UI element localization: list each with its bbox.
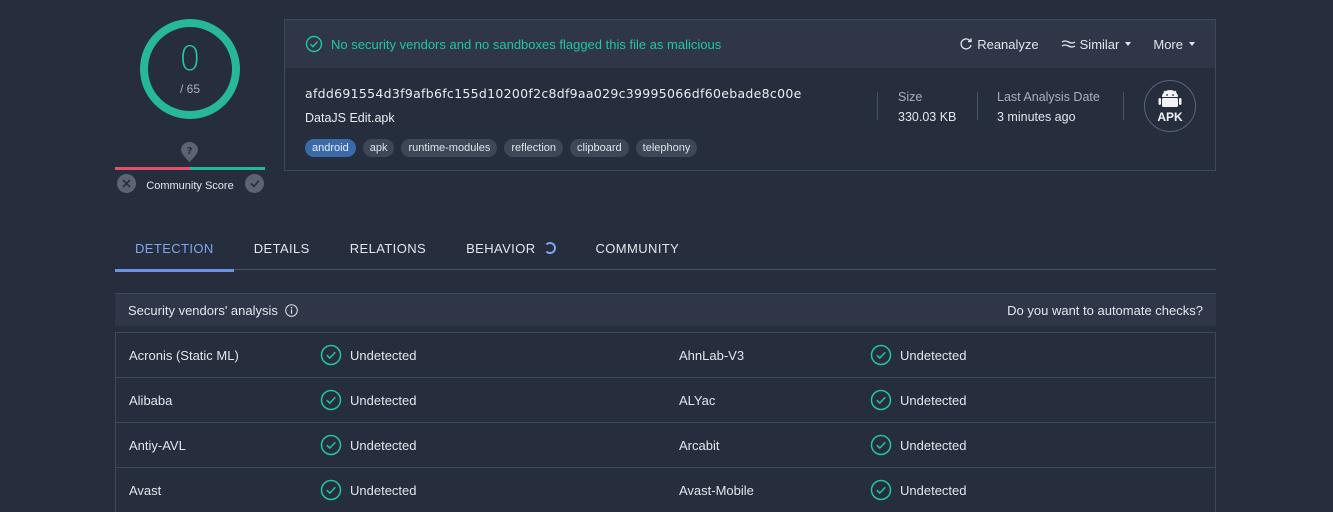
vendor-name: Alibaba (129, 392, 173, 408)
divider (877, 92, 878, 120)
table-row: Avast Undetected Avast-Mobile Undetected (116, 468, 1215, 512)
tag[interactable]: android (305, 139, 356, 157)
similar-icon (1061, 40, 1076, 48)
last-analysis-value: 3 minutes ago (997, 110, 1076, 124)
file-name: DataJS Edit.apk (305, 111, 395, 125)
community-score-label: Community Score (146, 180, 234, 192)
result-label: Undetected (900, 437, 967, 453)
check-circle-icon (870, 389, 892, 411)
tab-community[interactable]: COMMUNITY (576, 226, 700, 270)
tag-list: android apk runtime-modules reflection c… (305, 139, 698, 157)
verdict-text: No security vendors and no sandboxes fla… (331, 36, 722, 52)
check-circle-icon (320, 434, 342, 456)
tag[interactable]: clipboard (570, 139, 629, 157)
chevron-down-icon (1189, 42, 1195, 46)
vendor-result: Undetected (320, 378, 417, 422)
more-dropdown[interactable]: More (1153, 37, 1195, 52)
vendor-name: Arcabit (679, 437, 720, 453)
refresh-icon (960, 38, 972, 50)
check-circle-icon (320, 344, 342, 366)
result-label: Undetected (350, 347, 417, 363)
table-row: Alibaba Undetected ALYac Undetected (116, 378, 1215, 423)
result-label: Undetected (900, 392, 967, 408)
vendor-result: Undetected (870, 423, 967, 467)
score-widget: 0 / 65 ? Community Score (115, 18, 265, 198)
check-circle-icon (870, 479, 892, 501)
result-label: Undetected (350, 482, 417, 498)
reanalyze-button[interactable]: Reanalyze (959, 36, 1039, 52)
tab-relations[interactable]: RELATIONS (330, 226, 446, 270)
detection-total: / 65 (179, 82, 200, 96)
loading-spinner-icon (543, 242, 556, 254)
tag[interactable]: telephony (635, 139, 698, 157)
automate-checks-link[interactable]: Do you want to automate checks? (1007, 303, 1203, 318)
file-size: Size 330.03 KB (898, 90, 956, 124)
vendor-result: Undetected (320, 333, 417, 377)
android-icon (1158, 89, 1182, 107)
file-hash[interactable]: afdd691554d3f9afb6fc155d10200f2c8df9aa02… (305, 86, 802, 101)
tab-detection[interactable]: DETECTION (115, 226, 234, 272)
tab-behavior[interactable]: BEHAVIOR (446, 226, 575, 270)
check-circle-icon (305, 35, 323, 53)
last-analysis-label: Last Analysis Date (997, 90, 1100, 104)
chevron-down-icon (1125, 42, 1132, 46)
check-circle-icon (870, 344, 892, 366)
vendor-name: Avast-Mobile (679, 482, 754, 498)
similar-dropdown[interactable]: Similar (1061, 37, 1132, 52)
vote-harmless-button[interactable] (245, 174, 264, 193)
check-circle-icon (320, 389, 342, 411)
tag[interactable]: apk (362, 139, 395, 157)
report-tabs: DETECTION DETAILS RELATIONS BEHAVIOR COM… (115, 226, 1216, 272)
tag[interactable]: runtime-modules (401, 139, 498, 157)
result-label: Undetected (350, 437, 417, 453)
info-icon[interactable] (285, 303, 298, 317)
vendors-table: Acronis (Static ML) Undetected AhnLab-V3… (115, 332, 1216, 512)
divider (977, 92, 978, 120)
result-label: Undetected (900, 347, 967, 363)
vendor-result: Undetected (320, 423, 417, 467)
vendor-name: Antiy-AVL (129, 437, 186, 453)
vendors-title: Security vendors' analysis (128, 302, 278, 318)
tag[interactable]: reflection (504, 139, 564, 157)
check-circle-icon (870, 434, 892, 456)
check-icon (249, 179, 260, 188)
tab-label: COMMUNITY (595, 240, 680, 256)
detection-score-gauge: 0 / 65 (140, 19, 240, 119)
community-score-bar (115, 167, 265, 170)
tab-label: DETAILS (253, 240, 310, 256)
file-type-label: APK (1157, 109, 1183, 124)
vendor-name: ALYac (679, 392, 716, 408)
svg-text:?: ? (187, 146, 193, 157)
size-label: Size (898, 90, 923, 104)
size-value: 330.03 KB (898, 110, 957, 124)
vendor-result: Undetected (320, 468, 417, 512)
tab-label: BEHAVIOR (466, 240, 536, 256)
community-score-marker-icon: ? (181, 142, 198, 162)
vendor-result: Undetected (870, 468, 967, 512)
vendor-name: Acronis (Static ML) (129, 347, 239, 363)
vendor-name: Avast (129, 482, 162, 498)
more-label: More (1153, 36, 1183, 52)
tab-details[interactable]: DETAILS (234, 226, 330, 270)
file-type-badge: APK (1144, 80, 1196, 132)
vendor-result: Undetected (870, 333, 967, 377)
table-row: Acronis (Static ML) Undetected AhnLab-V3… (116, 333, 1215, 378)
result-label: Undetected (900, 482, 967, 498)
vendors-header: Security vendors' analysis Do you want t… (115, 293, 1216, 326)
check-circle-icon (320, 479, 342, 501)
verdict-banner: No security vendors and no sandboxes fla… (285, 20, 1215, 68)
tab-label: RELATIONS (349, 240, 427, 256)
result-label: Undetected (350, 392, 417, 408)
vendor-name: AhnLab-V3 (679, 347, 745, 363)
last-analysis: Last Analysis Date 3 minutes ago (997, 90, 1100, 124)
divider (1123, 92, 1124, 120)
detection-count: 0 (179, 39, 201, 79)
vendor-result: Undetected (870, 378, 967, 422)
file-summary-card: No security vendors and no sandboxes fla… (284, 19, 1216, 171)
reanalyze-label: Reanalyze (977, 36, 1039, 52)
table-row: Antiy-AVL Undetected Arcabit Undetected (116, 423, 1215, 468)
similar-label: Similar (1079, 36, 1120, 52)
tab-label: DETECTION (135, 240, 214, 256)
